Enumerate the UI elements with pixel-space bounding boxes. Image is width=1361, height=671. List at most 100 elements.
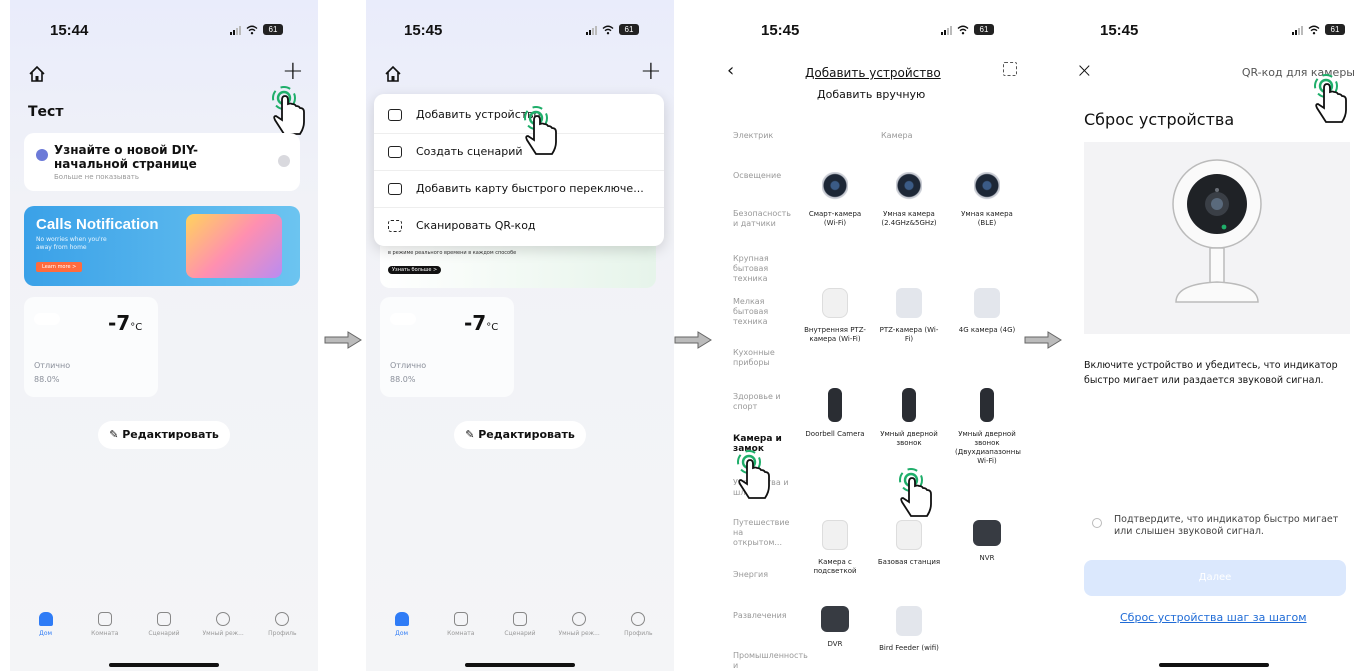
banner-illustration [186, 214, 282, 278]
arrow-right-icon[interactable] [278, 155, 290, 167]
tab-scenario[interactable]: Сценарий [494, 612, 546, 652]
doorbell-icon [902, 388, 916, 422]
device-icon [388, 108, 402, 121]
category-item[interactable]: Мелкая бытовая техника [733, 297, 789, 327]
tab-profile[interactable]: Профиль [256, 612, 308, 652]
category-item[interactable]: Безопасность и датчики [733, 209, 791, 229]
scenario-add-icon [388, 145, 402, 158]
category-item[interactable]: Промышленность и [733, 651, 808, 671]
tap-gesture-icon [899, 468, 932, 517]
tab-home[interactable]: Дом [20, 612, 72, 652]
reset-guide-link[interactable]: Сброс устройства шаг за шагом [1120, 611, 1307, 624]
device-base-station[interactable]: Базовая станция [877, 520, 941, 567]
status-time: 15:45 [1100, 22, 1139, 39]
device-indoor-ptz[interactable]: Внутренняя PTZ-камера (Wi-Fi) [803, 288, 867, 344]
home-icon[interactable] [384, 65, 402, 83]
camera-icon [896, 172, 922, 202]
status-time: 15:45 [761, 22, 800, 39]
add-button[interactable]: + [640, 58, 662, 84]
doorbell-icon [980, 388, 994, 422]
confirm-label[interactable]: Подтвердите, что индикатор быстро мигает… [1114, 514, 1344, 538]
category-item[interactable]: Путешествие на открытом... [733, 518, 789, 548]
device-floodlight-camera[interactable]: Камера с подсветкой [803, 520, 867, 576]
close-icon[interactable]: × [1076, 58, 1093, 82]
promo-dismiss-link[interactable]: Больше не показывать [54, 173, 139, 181]
home-title: Тест [28, 104, 64, 120]
add-button[interactable]: + [282, 58, 304, 84]
smart-mode-icon [216, 612, 231, 626]
pin-icon [36, 149, 48, 161]
device-dvr[interactable]: DVR [803, 606, 867, 649]
battery-icon: 61 [263, 24, 283, 35]
doorbell-icon [828, 388, 842, 422]
tap-gesture-icon [1314, 74, 1347, 123]
banner-partial[interactable]: в режиме реального времени в каждом спос… [380, 246, 656, 288]
banner-learn-more-button[interactable]: Learn more > [36, 262, 83, 272]
device-4g-camera[interactable]: 4G камера (4G) [955, 288, 1019, 335]
banner-more-button[interactable]: Узнать больше > [388, 266, 442, 274]
back-icon[interactable]: ‹ [727, 60, 734, 81]
home-icon[interactable] [28, 65, 46, 83]
edit-button[interactable]: ✎ Редактировать [98, 421, 230, 449]
house-icon [38, 612, 53, 626]
category-item[interactable]: Крупная бытовая техника [733, 254, 789, 284]
card-add-icon [388, 182, 402, 195]
device-bird-feeder[interactable]: Bird Feeder (wifi) [877, 606, 941, 653]
home-indicator [465, 663, 575, 667]
battery-icon: 61 [974, 24, 994, 35]
promo-card[interactable]: Узнайте о новой DIY-начальной странице Б… [24, 133, 300, 191]
tap-gesture-icon [272, 86, 305, 135]
cloud-icon [34, 313, 60, 325]
camera-icon [974, 172, 1000, 202]
category-item[interactable]: Электрик [733, 131, 789, 141]
device-smart-camera-ble[interactable]: Умная камера (BLE) [955, 172, 1019, 228]
tab-room[interactable]: Комната [79, 612, 131, 652]
device-smart-camera-dual[interactable]: Умная камера (2.4GHz&5GHz) [877, 172, 941, 228]
category-item[interactable]: Кухонные приборы [733, 348, 789, 368]
device-smart-camera[interactable]: Смарт-камера (Wi-Fi) [803, 172, 867, 228]
scan-icon[interactable] [1003, 62, 1017, 76]
tab-home[interactable]: Дом [376, 612, 428, 652]
page-title: Добавить устройство [805, 66, 941, 80]
device-smart-doorbell-dual[interactable]: Умный дверной звонок (Двухдиапазонный Wi… [955, 388, 1021, 466]
tab-scenario[interactable]: Сценарий [138, 612, 190, 652]
device-doorbell-camera[interactable]: Doorbell Camera [803, 388, 867, 439]
weather-card[interactable]: -7°C Отлично 88.0% [380, 297, 514, 397]
scenario-icon [156, 612, 171, 626]
confirm-radio[interactable] [1092, 518, 1102, 528]
tab-profile[interactable]: Профиль [612, 612, 664, 652]
tab-bar: Дом Комната Сценарий Умный реж... Профил… [10, 612, 318, 652]
scenario-icon [512, 612, 527, 626]
wifi-icon [1308, 25, 1320, 34]
device-ptz-camera[interactable]: PTZ-камера (Wi-Fi) [877, 288, 941, 344]
weather-card[interactable]: -7°C Отлично 88.0% [24, 297, 158, 397]
next-button[interactable]: Далее [1084, 560, 1346, 596]
temp-unit: °C [486, 322, 499, 333]
bird-feeder-icon [896, 606, 922, 636]
status-icons: 61 [586, 24, 639, 35]
4g-camera-icon [974, 288, 1000, 318]
banner-title: Calls Notification [36, 216, 159, 233]
menu-scan-qr[interactable]: Сканировать QR-код [374, 207, 664, 244]
category-item[interactable]: Развлечения [733, 611, 789, 621]
tab-smart-mode[interactable]: Умный реж... [197, 612, 249, 652]
edit-button[interactable]: ✎ Редактировать [454, 421, 586, 449]
calls-banner[interactable]: Calls Notification No worries when you'r… [24, 206, 300, 286]
temperature: -7°C [108, 311, 143, 335]
category-item[interactable]: Освещение [733, 171, 789, 181]
screen-home-menu: 15:45 61 + в режиме реального времени в … [366, 0, 674, 671]
arrow-right-icon [324, 331, 362, 349]
tab-bar: Дом Комната Сценарий Умный реж... Профил… [366, 612, 674, 652]
category-item[interactable]: Энергия [733, 570, 789, 580]
tab-smart-mode[interactable]: Умный реж... [553, 612, 605, 652]
add-manually-tab[interactable]: Добавить вручную [817, 88, 925, 101]
device-smart-doorbell[interactable]: Умный дверной звонок [877, 388, 941, 448]
device-nvr[interactable]: NVR [955, 520, 1019, 563]
screen-home: 15:44 61 + Тест Узнайте о новой DIY-нача… [10, 0, 318, 671]
wifi-icon [602, 25, 614, 34]
room-icon [453, 612, 468, 626]
category-item[interactable]: Здоровье и спорт [733, 392, 789, 412]
cloud-icon [390, 313, 416, 325]
menu-add-quick-card[interactable]: Добавить карту быстрого переключе... [374, 170, 664, 208]
tab-room[interactable]: Комната [435, 612, 487, 652]
